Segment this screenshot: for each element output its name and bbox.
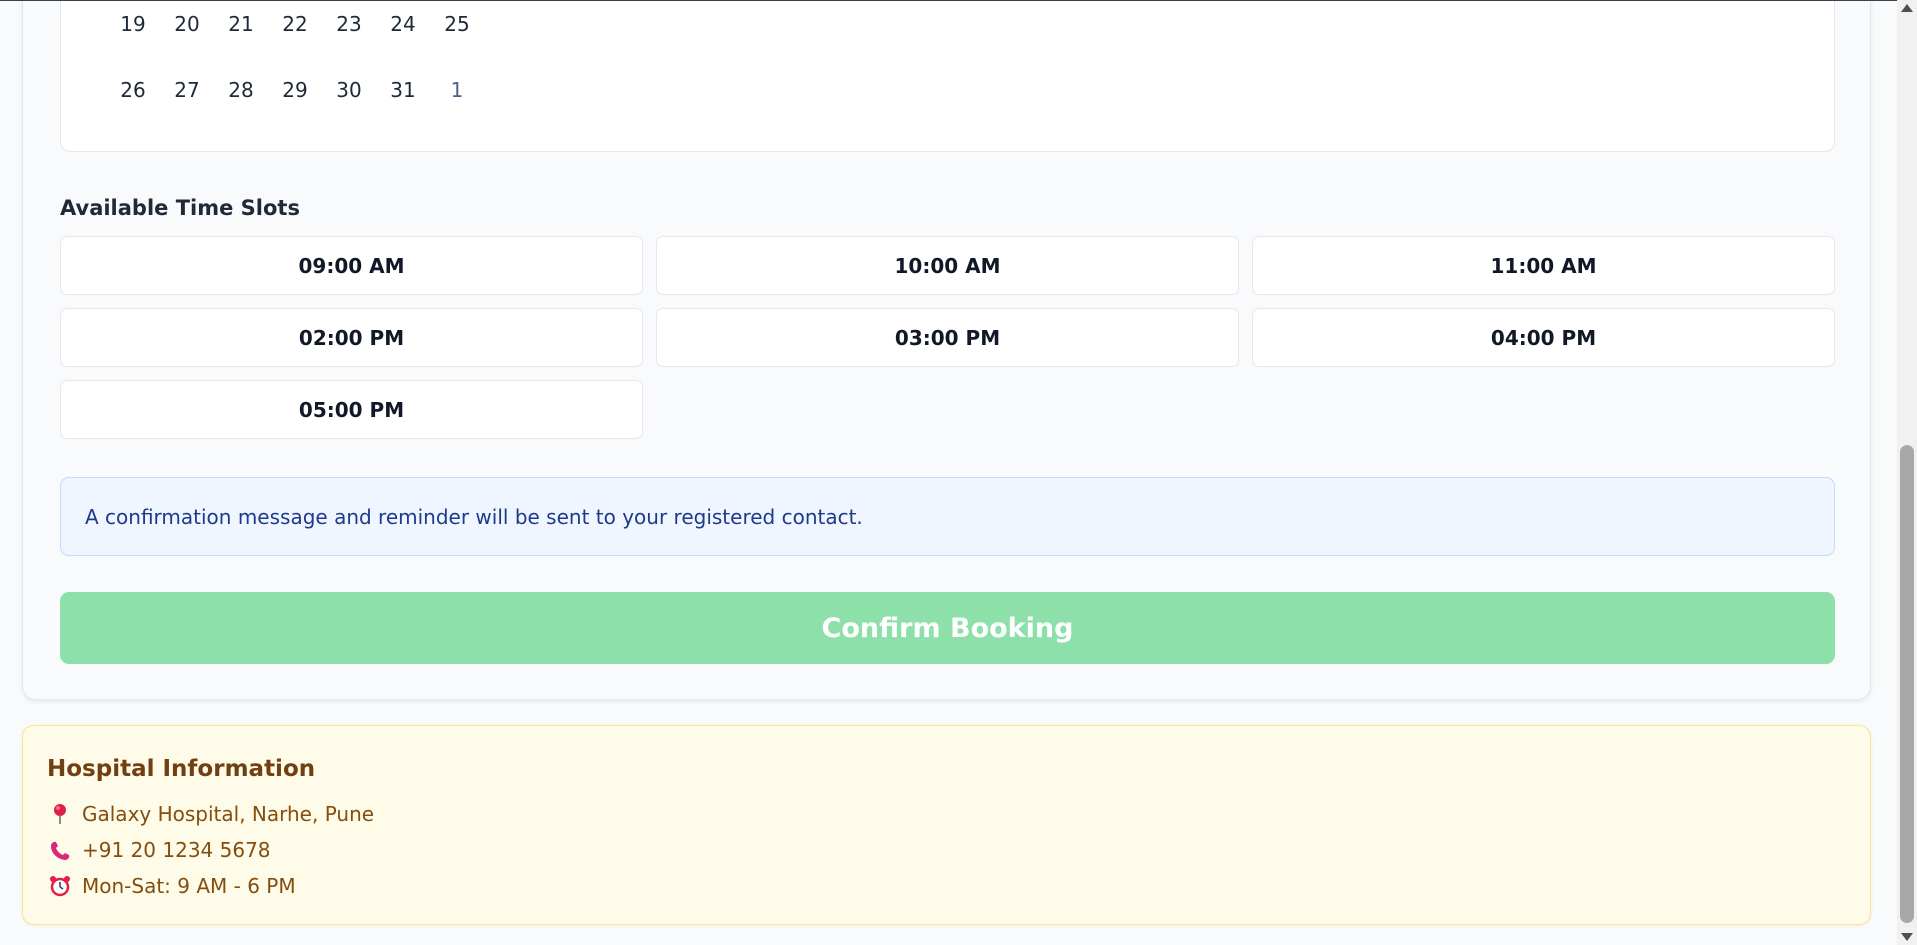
calendar-day[interactable]: 29 [268,78,322,102]
alarm-clock-icon [48,875,72,897]
calendar-day[interactable]: 23 [322,12,376,36]
scroll-down-arrow-icon[interactable] [1901,933,1913,941]
scrollbar-thumb[interactable] [1900,445,1914,923]
calendar-day[interactable]: 22 [268,12,322,36]
calendar-day[interactable]: 19 [106,12,160,36]
calendar-day[interactable]: 25 [430,12,484,36]
calendar-day[interactable]: 30 [322,78,376,102]
hospital-info-title: Hospital Information [47,756,316,782]
calendar-day-next-month[interactable]: 1 [430,78,484,102]
hospital-phone: +91 20 1234 5678 [48,838,271,862]
hospital-hours: Mon-Sat: 9 AM - 6 PM [48,874,296,898]
hospital-address: Galaxy Hospital, Narhe, Pune [48,802,374,826]
hospital-address-text: Galaxy Hospital, Narhe, Pune [82,802,375,826]
calendar: 19 20 21 22 23 24 25 26 27 28 29 30 31 1 [60,1,1835,152]
calendar-day[interactable]: 21 [214,12,268,36]
calendar-day[interactable]: 28 [214,78,268,102]
page-viewport: 19 20 21 22 23 24 25 26 27 28 29 30 31 1… [0,1,1897,945]
calendar-week-row: 19 20 21 22 23 24 25 [106,12,484,36]
time-slot-button[interactable]: 02:00 PM [60,308,643,367]
booking-card: 19 20 21 22 23 24 25 26 27 28 29 30 31 1… [22,1,1871,700]
calendar-day[interactable]: 31 [376,78,430,102]
calendar-day[interactable]: 24 [376,12,430,36]
confirmation-notice: A confirmation message and reminder will… [60,477,1835,556]
confirm-booking-button[interactable]: Confirm Booking [60,592,1835,664]
phone-icon [48,840,72,860]
calendar-day[interactable]: 20 [160,12,214,36]
time-slot-button[interactable]: 04:00 PM [1252,308,1835,367]
time-slot-button[interactable]: 11:00 AM [1252,236,1835,295]
scroll-up-arrow-icon[interactable] [1901,4,1913,12]
time-slot-button[interactable]: 05:00 PM [60,380,643,439]
calendar-day[interactable]: 26 [106,78,160,102]
hospital-info-card: Hospital Information Galaxy Hospital, Na… [22,725,1871,925]
time-slot-button[interactable]: 10:00 AM [656,236,1239,295]
confirmation-notice-text: A confirmation message and reminder will… [85,504,863,529]
time-slots-heading: Available Time Slots [60,196,300,220]
hospital-hours-text: Mon-Sat: 9 AM - 6 PM [82,874,296,898]
calendar-week-row: 26 27 28 29 30 31 1 [106,78,484,102]
calendar-day[interactable]: 27 [160,78,214,102]
time-slot-button[interactable]: 09:00 AM [60,236,643,295]
pin-icon [48,803,72,825]
time-slot-button[interactable]: 03:00 PM [656,308,1239,367]
time-slots-grid: 09:00 AM 10:00 AM 11:00 AM 02:00 PM 03:0… [60,236,1835,439]
hospital-phone-text: +91 20 1234 5678 [82,838,271,862]
vertical-scrollbar[interactable] [1897,0,1917,945]
